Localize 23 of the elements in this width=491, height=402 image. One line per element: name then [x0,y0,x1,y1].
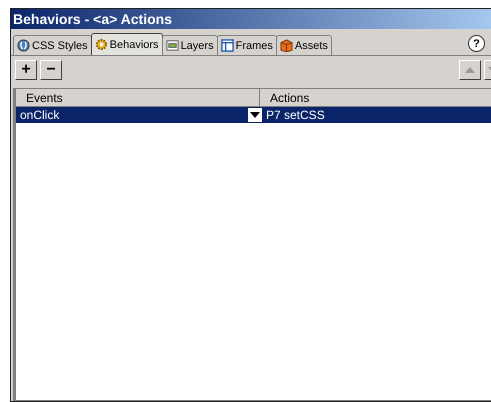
behavior-row[interactable]: onClick P7 setCSS [16,107,491,123]
window-title: Behaviors - <a> Actions [13,11,172,27]
box-icon [280,39,293,52]
column-header[interactable]: Actions [260,89,310,106]
column-header[interactable]: Events [16,89,260,106]
panel-tab[interactable]: Assets [276,35,332,55]
frames-icon [220,39,234,52]
panel-tab[interactable]: Layers [162,35,218,55]
action-cell-text: P7 setCSS [265,108,325,122]
remove-button[interactable]: − [40,60,62,80]
panel-tab[interactable]: Behaviors [90,33,163,55]
globe-icon [17,39,30,52]
gear-icon [94,38,108,51]
event-dropdown[interactable] [248,108,262,122]
help-button[interactable]: ? [468,35,485,52]
event-cell-text: onClick [19,108,60,122]
panel-tab[interactable]: Frames [216,35,277,55]
panel-tab[interactable]: CSS Styles [13,35,92,55]
up-arrow-icon [465,67,475,73]
layers-icon [166,39,179,52]
move-up-button[interactable] [459,60,481,80]
add-button[interactable]: + [15,60,37,80]
dropdown-arrow-icon [250,112,260,118]
